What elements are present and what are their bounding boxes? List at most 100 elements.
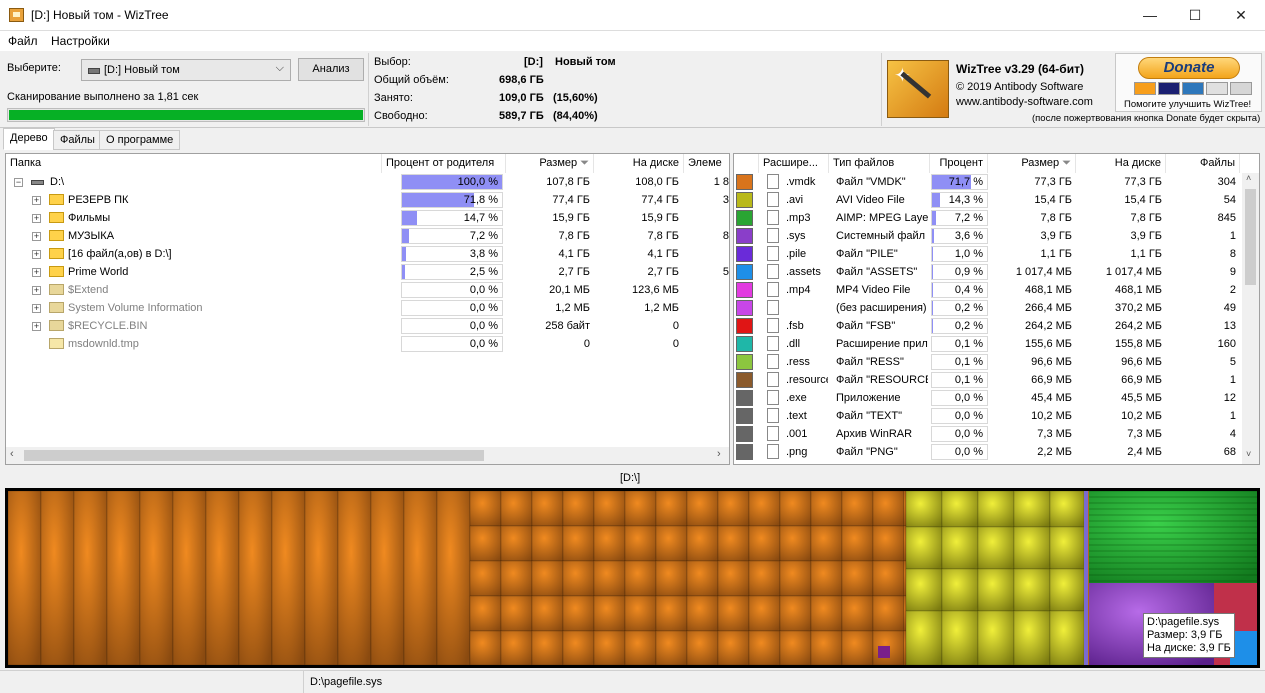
disk-value: 108,0 ГБ xyxy=(635,176,679,188)
scroll-left-icon[interactable]: ‹ xyxy=(10,448,14,460)
tab-about[interactable]: О программе xyxy=(99,130,181,150)
file-type-row[interactable]: .pile Файл "PILE" 1,0 % 1,1 ГБ 1,1 ГБ 8 xyxy=(734,245,1242,263)
menu-settings[interactable]: Настройки xyxy=(51,34,110,48)
close-button[interactable]: ✕ xyxy=(1218,0,1264,31)
website-link[interactable]: www.antibody-software.com xyxy=(956,96,1093,108)
selection-name: Новый том xyxy=(555,56,616,68)
title-bar: [D:] Новый том - WizTree — ☐ ✕ xyxy=(0,0,1265,31)
analyze-button[interactable]: Анализ xyxy=(298,58,364,81)
tree-row[interactable]: + Prime World 2,5 % 2,7 ГБ 2,7 ГБ 5 xyxy=(6,263,729,281)
product-name: WizTree v3.29 (64-бит) xyxy=(956,62,1084,76)
percent-text: 0,0 % xyxy=(469,302,498,314)
file-type-row[interactable]: .ress Файл "RESS" 0,1 % 96,6 МБ 96,6 МБ 5 xyxy=(734,353,1242,371)
tree-row[interactable]: msdownld.tmp 0,0 % 0 0 xyxy=(6,335,729,353)
file-type-row[interactable]: .avi AVI Video File 14,3 % 15,4 ГБ 15,4 ГБ 54 xyxy=(734,191,1242,209)
tree-horizontal-scrollbar[interactable]: ‹ › xyxy=(6,447,729,464)
treemap-cell xyxy=(593,595,626,632)
file-type-row[interactable]: (без расширения) 0,2 % 266,4 МБ 370,2 МБ 49 xyxy=(734,299,1242,317)
treemap-cell xyxy=(205,491,240,665)
file-type-row[interactable]: .mp4 MP4 Video File 0,4 % 468,1 МБ 468,1 МБ 2 xyxy=(734,281,1242,299)
percent-bar: 1,0 % xyxy=(931,246,988,262)
expand-icon[interactable]: + xyxy=(32,268,41,277)
file-type-row[interactable]: .001 Архив WinRAR 0,0 % 7,3 МБ 7,3 МБ 4 xyxy=(734,425,1242,443)
collapse-icon[interactable]: − xyxy=(14,178,23,187)
expand-icon[interactable]: + xyxy=(32,196,41,205)
files-count-value: 1 xyxy=(1229,410,1236,422)
files-count-value: 160 xyxy=(1217,338,1236,350)
file-type-row[interactable]: .assets Файл "ASSETS" 0,9 % 1 017,4 МБ 1 017… xyxy=(734,263,1242,281)
size-value: 258 байт xyxy=(545,320,590,332)
maximize-button[interactable]: ☐ xyxy=(1172,0,1218,31)
tree-row[interactable]: + $Extend 0,0 % 20,1 МБ 123,6 МБ xyxy=(6,281,729,299)
percent-bar: 0,0 % xyxy=(931,408,988,424)
treemap-cell xyxy=(500,525,533,562)
expand-icon[interactable]: + xyxy=(32,214,41,223)
percent-text: 0,0 % xyxy=(954,428,983,440)
type-size-value: 468,1 МБ xyxy=(1025,284,1072,296)
column-type-size[interactable]: Размер ⏷ xyxy=(988,154,1076,173)
scroll-thumb[interactable] xyxy=(24,450,484,461)
menu-file[interactable]: Файл xyxy=(8,34,38,48)
file-type-row[interactable]: .exe Приложение 0,0 % 45,4 МБ 45,5 МБ 12 xyxy=(734,389,1242,407)
column-folder[interactable]: Папка xyxy=(6,154,382,173)
tree-row[interactable]: + $RECYCLE.BIN 0,0 % 258 байт 0 xyxy=(6,317,729,335)
treemap-cell xyxy=(841,560,874,597)
column-percent[interactable]: Процент xyxy=(930,154,988,173)
column-type-disk[interactable]: На диске xyxy=(1076,154,1166,173)
tree-row[interactable]: + [16 файл(а,ов) в D:\] 3,8 % 4,1 ГБ 4,1 ГБ xyxy=(6,245,729,263)
expand-icon[interactable]: + xyxy=(32,232,41,241)
treemap-cell xyxy=(593,560,626,597)
scan-progress-fill xyxy=(9,110,363,120)
tree-row[interactable]: + System Volume Information 0,0 % 1,2 МБ 1,2… xyxy=(6,299,729,317)
extension-value: .assets xyxy=(786,266,821,278)
extension-value: .exe xyxy=(786,392,807,404)
column-disk[interactable]: На диске xyxy=(594,154,684,173)
tree-row[interactable]: + Фильмы 14,7 % 15,9 ГБ 15,9 ГБ xyxy=(6,209,729,227)
disk-value: 7,8 ГБ xyxy=(647,230,679,242)
column-files[interactable]: Файлы xyxy=(1166,154,1240,173)
expand-icon[interactable]: + xyxy=(32,304,41,313)
types-vertical-scrollbar[interactable]: ˄ ˅ xyxy=(1242,173,1259,464)
file-type-row[interactable]: .resource Файл "RESOURCE 0,1 % 66,9 МБ 66,9 … xyxy=(734,371,1242,389)
file-type-row[interactable]: .dll Расширение прил 0,1 % 155,6 МБ 155,8 МБ… xyxy=(734,335,1242,353)
scroll-thumb[interactable] xyxy=(1245,189,1256,285)
file-type-row[interactable]: .png Файл "PNG" 0,0 % 2,2 МБ 2,4 МБ 68 xyxy=(734,443,1242,461)
bank-icon xyxy=(1230,82,1252,95)
file-type-row[interactable]: .text Файл "TEXT" 0,0 % 10,2 МБ 10,2 МБ 1 xyxy=(734,407,1242,425)
scroll-down-icon[interactable]: ˅ xyxy=(1246,449,1251,459)
treemap-cell xyxy=(810,560,843,597)
file-type-row[interactable]: .sys Системный файл 3,6 % 3,9 ГБ 3,9 ГБ 1 xyxy=(734,227,1242,245)
minimize-button[interactable]: — xyxy=(1127,0,1173,31)
scroll-up-icon[interactable]: ˄ xyxy=(1246,173,1251,183)
expand-icon[interactable]: + xyxy=(32,286,41,295)
percent-bar-fill xyxy=(402,247,406,261)
expand-icon[interactable]: + xyxy=(32,322,41,331)
column-percent-parent[interactable]: Процент от родителя xyxy=(382,154,506,173)
column-items[interactable]: Элеме xyxy=(684,154,729,173)
file-type-value: Файл "RESOURCE xyxy=(836,374,928,386)
treemap[interactable]: D:\pagefile.sys Размер: 3,9 ГБ На диске:… xyxy=(5,488,1260,668)
donate-button[interactable]: Donate xyxy=(1138,57,1240,79)
type-disk-value: 10,2 МБ xyxy=(1121,410,1162,422)
color-swatch xyxy=(736,300,753,316)
tab-files[interactable]: Файлы xyxy=(53,130,102,150)
extension-value: .ress xyxy=(786,356,810,368)
tree-row[interactable]: + МУЗЫКА 7,2 % 7,8 ГБ 7,8 ГБ 8 xyxy=(6,227,729,245)
column-extension[interactable]: Расшире... xyxy=(759,154,829,173)
tree-row[interactable]: + РЕЗЕРВ ПК 71,8 % 77,4 ГБ 77,4 ГБ 3 xyxy=(6,191,729,209)
file-type-row[interactable]: .vmdk Файл "VMDK" 71,7 % 77,3 ГБ 77,3 ГБ 304 xyxy=(734,173,1242,191)
column-file-type[interactable]: Тип файлов xyxy=(829,154,930,173)
type-disk-value: 155,8 МБ xyxy=(1115,338,1162,350)
treemap-cell xyxy=(941,526,979,570)
column-size[interactable]: Размер ⏷ xyxy=(506,154,594,173)
tab-tree[interactable]: Дерево xyxy=(3,128,55,150)
expand-icon[interactable]: + xyxy=(32,250,41,259)
file-type-row[interactable]: .fsb Файл "FSB" 0,2 % 264,2 МБ 264,2 МБ 13 xyxy=(734,317,1242,335)
file-type-row[interactable]: .mp3 AIMP: MPEG Layer 7,2 % 7,8 ГБ 7,8 ГБ 845 xyxy=(734,209,1242,227)
treemap-cell xyxy=(531,525,564,562)
scroll-right-icon[interactable]: › xyxy=(717,448,721,460)
tree-row[interactable]: − D:\ 100,0 % 107,8 ГБ 108,0 ГБ 1 8 xyxy=(6,173,729,191)
drive-select[interactable]: [D:] Новый том ⌵ xyxy=(81,59,291,81)
percent-text: 7,2 % xyxy=(954,212,983,224)
treemap-cell xyxy=(717,525,750,562)
